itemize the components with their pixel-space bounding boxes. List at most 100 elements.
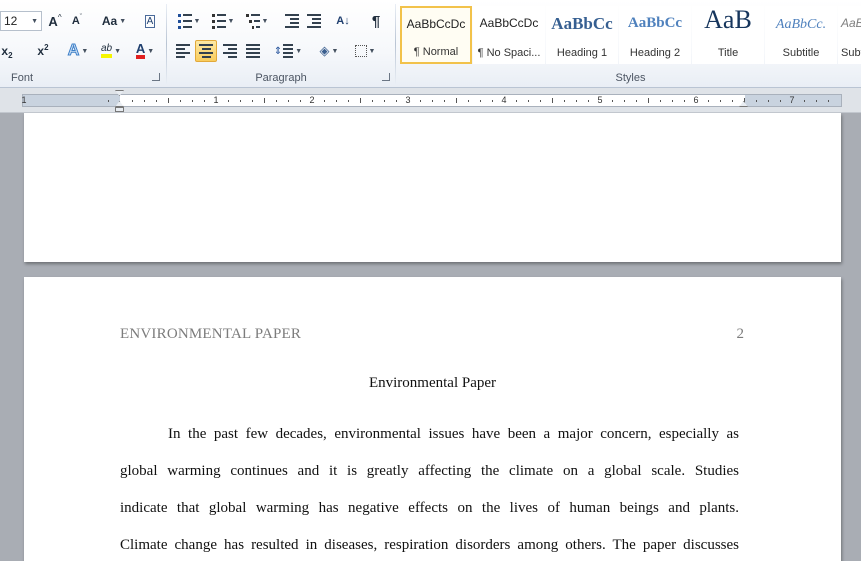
- style-title[interactable]: AaB Title: [692, 6, 764, 64]
- ruler-tick: [516, 100, 517, 102]
- font-size-value: 12: [4, 14, 18, 28]
- ruler-tick: [708, 100, 709, 102]
- group-divider: [395, 4, 396, 84]
- ruler-bar: 1 2 3 4 5 6 7 1: [0, 88, 861, 113]
- decrease-indent-button[interactable]: [282, 10, 302, 32]
- font-size-box[interactable]: 12 ▼: [0, 11, 42, 31]
- align-right-button[interactable]: [219, 40, 241, 62]
- borders-button[interactable]: ▼: [350, 40, 380, 62]
- styles-gallery: AaBbCcDc ¶ Normal AaBbCcDc ¶ No Spaci...…: [400, 6, 861, 64]
- chevron-down-icon: ▼: [227, 17, 235, 25]
- chevron-down-icon: ▼: [81, 47, 89, 55]
- chevron-down-icon: ▼: [295, 47, 303, 55]
- font-color-button[interactable]: A ▼: [130, 40, 160, 62]
- show-formatting-button[interactable]: ¶: [366, 10, 386, 32]
- increase-indent-button[interactable]: [304, 10, 324, 32]
- ruler-number: 5: [597, 95, 603, 105]
- text-effects-button[interactable]: A ▼: [64, 40, 92, 62]
- ruler-tick: [648, 98, 649, 103]
- multilevel-list-button[interactable]: ▼: [242, 10, 272, 32]
- change-case-button[interactable]: Aa ▼: [99, 10, 129, 32]
- page-number: 2: [736, 326, 745, 342]
- line-spacing-button[interactable]: ⇕ ▼: [272, 40, 304, 62]
- text-effects-icon: A: [67, 42, 80, 60]
- body-line: In the past few decades, environmental i…: [168, 426, 739, 442]
- ruler-tick: [420, 100, 421, 102]
- ruler-tick: [108, 100, 109, 102]
- chevron-down-icon: ▼: [193, 17, 201, 25]
- superscript-button[interactable]: x2: [32, 40, 54, 62]
- style-no-spacing[interactable]: AaBbCcDc ¶ No Spaci...: [473, 6, 545, 64]
- ruler-tick: [444, 100, 445, 102]
- text-highlight-button[interactable]: ab ▼: [96, 40, 126, 62]
- align-left-icon: [176, 44, 190, 58]
- left-indent-marker[interactable]: [115, 107, 124, 112]
- ruler-tick: [384, 100, 385, 102]
- ruler-left-margin: [23, 95, 120, 106]
- ribbon: 12 ▼ A ^ Aˇ Aa ▼ A x2 x2 A ▼ ab ▼ A ▼ Fo…: [0, 0, 861, 88]
- page-1[interactable]: [24, 113, 841, 262]
- style-subtle-emphasis[interactable]: AaBbCcL Subtl: [838, 6, 861, 64]
- ruler-tick: [228, 100, 229, 102]
- ruler-tick: [768, 100, 769, 102]
- chevron-down-icon: ▼: [119, 17, 127, 25]
- ruler-number: 1: [213, 95, 219, 105]
- highlighter-icon: ab: [100, 44, 113, 58]
- document-body[interactable]: In the past few decades, environmental i…: [120, 425, 739, 561]
- clear-formatting-icon: A: [144, 14, 156, 28]
- clear-formatting-button[interactable]: A: [140, 10, 160, 32]
- change-case-icon: Aa: [101, 14, 118, 28]
- subscript-button[interactable]: x2: [0, 40, 18, 62]
- justify-icon: [246, 44, 260, 58]
- chevron-down-icon: ▼: [31, 18, 38, 25]
- style-normal[interactable]: AaBbCcDc ¶ Normal: [400, 6, 472, 64]
- ruler-tick: [612, 100, 613, 102]
- horizontal-ruler[interactable]: 1 2 3 4 5 6 7 1: [21, 94, 842, 107]
- ruler-tick: [168, 98, 169, 103]
- body-line: global warming continues and it is great…: [120, 463, 739, 479]
- styles-group-label: Styles: [615, 72, 646, 84]
- borders-icon: [354, 45, 367, 57]
- sort-icon: A↓: [336, 15, 350, 27]
- paragraph-group-label: Paragraph: [255, 72, 307, 84]
- numbering-button[interactable]: ▼: [208, 10, 238, 32]
- ruler-tick: [396, 100, 397, 102]
- group-divider: [166, 4, 167, 84]
- ruler-tick: [492, 100, 493, 102]
- body-line: indicate that global warming has negativ…: [120, 500, 739, 516]
- chevron-down-icon: ▼: [331, 47, 339, 55]
- ruler-tick: [732, 100, 733, 102]
- style-name: ¶ No Spaci...: [477, 47, 541, 59]
- align-left-button[interactable]: [172, 40, 194, 62]
- ruler-tick: [192, 100, 193, 102]
- page-2[interactable]: ENVIRONMENTAL PAPER 2 Environmental Pape…: [24, 277, 841, 561]
- style-heading-2[interactable]: AaBbCc Heading 2: [619, 6, 691, 64]
- ruler-tick: [336, 100, 337, 102]
- shrink-font-button[interactable]: Aˇ: [68, 10, 86, 32]
- ruler-number: 3: [405, 95, 411, 105]
- ruler-tick: [144, 100, 145, 102]
- style-sample: AaBbCcDc: [406, 17, 466, 31]
- ruler-tick: [540, 100, 541, 102]
- font-dialog-launcher-icon[interactable]: .: [152, 73, 160, 81]
- grow-font-icon: A: [48, 13, 58, 29]
- paint-bucket-icon: ◈: [319, 43, 330, 58]
- align-center-button[interactable]: [195, 40, 217, 62]
- style-heading-1[interactable]: AaBbCc Heading 1: [546, 6, 618, 64]
- line-spacing-icon: [283, 44, 294, 58]
- ruler-number: 2: [309, 95, 315, 105]
- style-subtitle[interactable]: AaBbCc. Subtitle: [765, 6, 837, 64]
- paragraph-dialog-launcher-icon[interactable]: .: [382, 73, 390, 81]
- align-center-icon: [199, 44, 213, 58]
- align-right-icon: [223, 44, 237, 58]
- sort-button[interactable]: A↓: [332, 10, 354, 32]
- bullets-button[interactable]: ▼: [174, 10, 204, 32]
- grow-font-button[interactable]: A ^: [46, 10, 64, 32]
- justify-button[interactable]: [242, 40, 264, 62]
- ruler-tick: [588, 100, 589, 102]
- subscript-icon: x: [1, 44, 9, 58]
- style-name: Heading 1: [556, 47, 608, 59]
- ruler-tick: [564, 100, 565, 102]
- shading-button[interactable]: ◈ ▼: [314, 40, 344, 62]
- ruler-tick: [528, 100, 529, 102]
